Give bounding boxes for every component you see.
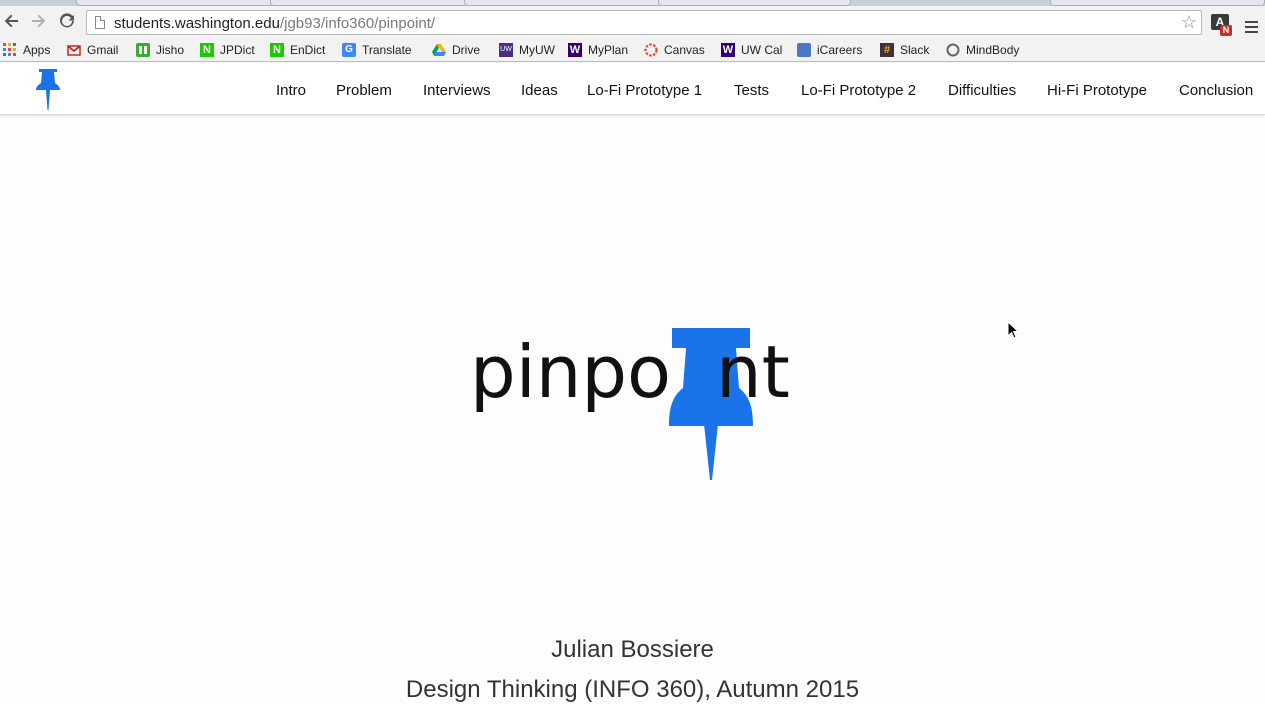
bookmark-drive[interactable]: Drive: [432, 42, 480, 58]
bookmark-gmail[interactable]: Gmail: [67, 42, 118, 58]
myplan-icon: W: [568, 43, 582, 57]
bookmark-label: Drive: [452, 43, 481, 57]
browser-toolbar: students.washington.edu/jgb93/info360/pi…: [0, 6, 1265, 38]
translate-icon: G: [342, 43, 356, 57]
myuw-icon: UW: [499, 43, 513, 57]
bookmark-label: Gmail: [87, 43, 119, 57]
uwcal-icon: W: [721, 43, 735, 57]
icareers-icon: [797, 43, 811, 57]
jpdict-icon: N: [200, 43, 214, 57]
back-button[interactable]: [2, 13, 22, 33]
bookmark-canvas[interactable]: Canvas: [644, 42, 705, 58]
reload-button[interactable]: [57, 13, 77, 33]
nav-tests[interactable]: Tests: [734, 82, 769, 99]
bookmark-mindbody[interactable]: MindBody: [946, 42, 1019, 58]
endict-icon: N: [270, 43, 284, 57]
apps-grid-icon: [3, 43, 17, 57]
bookmark-uwcal[interactable]: W UW Cal: [721, 42, 782, 58]
bookmark-label: MindBody: [966, 43, 1020, 57]
author-name: Julian Bossiere: [551, 636, 714, 663]
menu-icon[interactable]: [1245, 21, 1258, 36]
mindbody-icon: [946, 43, 960, 57]
extension-icon[interactable]: A N: [1211, 14, 1233, 36]
nav-ideas[interactable]: Ideas: [521, 82, 558, 99]
bookmark-label: Slack: [900, 43, 930, 57]
forward-button[interactable]: [28, 13, 48, 33]
bookmark-label: Canvas: [664, 43, 705, 57]
slack-icon: #: [880, 43, 894, 57]
bookmark-label: Apps: [23, 43, 51, 57]
bookmark-jpdict[interactable]: N JPDict: [200, 42, 255, 58]
jisho-icon: [136, 43, 150, 57]
logo-text-right: nt: [716, 330, 790, 414]
nav-lofi-prototype-1[interactable]: Lo-Fi Prototype 1: [587, 82, 702, 99]
bookmark-endict[interactable]: N EnDict: [270, 42, 325, 58]
bookmark-label: MyPlan: [588, 43, 629, 57]
bookmark-icareers[interactable]: iCareers: [797, 42, 862, 58]
url-text[interactable]: students.washington.edu/jgb93/info360/pi…: [114, 15, 435, 32]
bookmarks-bar: Apps Gmail Jisho N JPDict N EnDict G Tra…: [0, 38, 1265, 62]
nav-intro[interactable]: Intro: [276, 82, 306, 99]
bookmark-myuw[interactable]: UW MyUW: [499, 42, 555, 58]
drive-icon: [432, 43, 446, 57]
gmail-icon: [67, 43, 81, 57]
nav-problem[interactable]: Problem: [336, 82, 392, 99]
bookmark-apps[interactable]: Apps: [3, 42, 50, 58]
back-arrow-icon: [4, 14, 18, 28]
logo-text-left: pinpo: [470, 330, 672, 414]
pushpin-logo-icon[interactable]: [35, 67, 61, 111]
bookmark-label: iCareers: [817, 43, 863, 57]
reload-icon: [60, 13, 74, 28]
bookmark-translate[interactable]: G Translate: [342, 42, 412, 58]
bookmark-label: Jisho: [156, 43, 185, 57]
bookmark-jisho[interactable]: Jisho: [136, 42, 184, 58]
canvas-icon: [644, 43, 658, 57]
bookmark-label: MyUW: [519, 43, 555, 57]
nav-conclusion[interactable]: Conclusion: [1179, 82, 1253, 99]
bookmark-label: JPDict: [220, 43, 255, 57]
nav-hifi-prototype[interactable]: Hi-Fi Prototype: [1047, 82, 1147, 99]
bookmark-label: Translate: [362, 43, 412, 57]
bookmark-label: EnDict: [290, 43, 326, 57]
nav-difficulties[interactable]: Difficulties: [948, 82, 1016, 99]
nav-lofi-prototype-2[interactable]: Lo-Fi Prototype 2: [801, 82, 916, 99]
bookmark-star-icon[interactable]: ☆: [1181, 12, 1197, 33]
bookmark-myplan[interactable]: W MyPlan: [568, 42, 628, 58]
mouse-cursor-icon: [1007, 321, 1019, 339]
course-title: Design Thinking (INFO 360), Autumn 2015: [405, 676, 860, 703]
pinpoint-logo: pinpo nt: [470, 324, 810, 484]
forward-arrow-icon: [32, 14, 46, 28]
bookmark-slack[interactable]: # Slack: [880, 42, 929, 58]
bookmark-label: UW Cal: [741, 43, 783, 57]
address-bar[interactable]: students.washington.edu/jgb93/info360/pi…: [86, 10, 1202, 35]
extension-badge: N: [1220, 25, 1232, 36]
page-icon: [95, 16, 105, 29]
nav-interviews[interactable]: Interviews: [423, 82, 491, 99]
site-navbar: Intro Problem Interviews Ideas Lo-Fi Pro…: [0, 63, 1265, 115]
